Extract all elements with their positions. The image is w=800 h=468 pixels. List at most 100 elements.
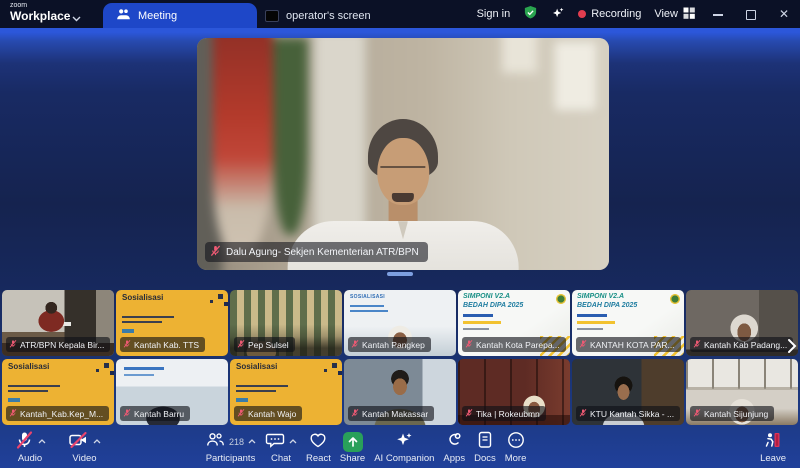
- muted-mic-icon: [579, 408, 587, 420]
- view-button[interactable]: View: [654, 7, 695, 22]
- participant-tile[interactable]: ATR/BPN Kepala Bir...: [2, 290, 114, 356]
- picture-frame: [554, 41, 597, 112]
- docs-button[interactable]: Docs: [474, 431, 496, 464]
- audio-label: Audio: [18, 453, 42, 464]
- slide-title: Sosialisasi: [236, 362, 277, 371]
- participant-tile[interactable]: SIMPONI V2.ABEDAH DIPA 2025KANTAH KOTA P…: [572, 290, 684, 356]
- participant-tile[interactable]: Kantah Barru: [116, 359, 228, 425]
- video-button[interactable]: Video: [68, 431, 101, 464]
- shield-check-icon: [523, 5, 538, 23]
- chat-icon: [265, 430, 285, 453]
- window-maximize-button[interactable]: [741, 7, 761, 21]
- recording-dot-icon: [578, 10, 586, 18]
- participant-tile[interactable]: KTU Kantah Sikka - ...: [572, 359, 684, 425]
- participant-tile[interactable]: SOSIALISASIKantah Pangkep: [344, 290, 456, 356]
- participant-nameplate: Kantah Barru: [120, 406, 190, 421]
- speaker-nameplate: Dalu Agung- Sekjen Kementerian ATR/BPN: [205, 242, 428, 262]
- participant-name: Tika | Rokeubmn: [476, 409, 540, 419]
- ai-companion-button[interactable]: AI Companion: [374, 431, 434, 464]
- muted-mic-icon: [237, 408, 245, 420]
- docs-icon: [475, 430, 495, 453]
- muted-mic-icon: [123, 339, 131, 351]
- video-caret[interactable]: [93, 436, 101, 447]
- chat-label: Chat: [271, 453, 291, 464]
- muted-mic-icon: [210, 245, 221, 260]
- brand-zoom: zoom: [10, 2, 70, 9]
- muted-mic-icon: [351, 339, 359, 351]
- muted-mic-icon: [579, 339, 587, 351]
- chevron-down-icon[interactable]: [72, 9, 81, 27]
- participant-name: Kantah Wajo: [248, 409, 296, 419]
- thumbnail-row-1: ATR/BPN Kepala Bir... SosialisasiKantah K…: [2, 290, 798, 356]
- participant-tile[interactable]: SIMPONI V2.ABEDAH DIPA 2025Kantah Kota P…: [458, 290, 570, 356]
- apps-label: Apps: [443, 453, 465, 464]
- muted-mic-icon: [9, 408, 17, 420]
- participant-name: Kantah_Kab.Kep_M...: [20, 409, 103, 419]
- muted-mic-icon: [123, 408, 131, 420]
- thumbnail-row-2: SosialisasiKantah_Kab.Kep_M...Kantah Bar…: [2, 359, 798, 425]
- participant-nameplate: KANTAH KOTA PAR...: [576, 337, 681, 352]
- participant-tile[interactable]: SosialisasiKantah Kab. TTS: [116, 290, 228, 356]
- sign-in-button[interactable]: Sign in: [477, 8, 511, 20]
- participant-nameplate: Kantah Makassar: [348, 406, 434, 421]
- tab-meeting[interactable]: Meeting: [103, 3, 257, 28]
- participant-nameplate: Kantah Kota Parepa...: [462, 337, 566, 352]
- audio-caret[interactable]: [38, 436, 46, 447]
- leave-door-icon: [763, 430, 783, 453]
- participant-tile[interactable]: Tika | Rokeubmn: [458, 359, 570, 425]
- video-label: Video: [72, 453, 96, 464]
- titlebar-right-controls: Sign in Recording View: [477, 0, 794, 28]
- participant-tile[interactable]: Kantah Makassar: [344, 359, 456, 425]
- participant-tile[interactable]: Sosialisasi Kantah Wajo: [230, 359, 342, 425]
- video-resize-handle[interactable]: [387, 272, 413, 276]
- participant-nameplate: Pep Sulsel: [234, 337, 295, 352]
- shared-screen-thumbnail-icon: [265, 10, 279, 22]
- participant-name: Kantah Kab. TTS: [134, 340, 199, 350]
- participants-count: 218: [229, 437, 244, 447]
- next-participants-chevron[interactable]: [787, 338, 797, 359]
- tab-operators-screen[interactable]: operator's screen: [265, 3, 371, 28]
- ai-companion-icon: [394, 430, 414, 453]
- react-button[interactable]: React: [306, 431, 331, 464]
- apps-button[interactable]: Apps: [443, 431, 465, 464]
- more-button[interactable]: More: [505, 431, 527, 464]
- window-close-button[interactable]: ✕: [774, 7, 794, 21]
- participant-nameplate: ATR/BPN Kepala Bir...: [6, 337, 110, 352]
- participant-name: Kantah Makassar: [362, 409, 428, 419]
- main-speaker-video[interactable]: Dalu Agung- Sekjen Kementerian ATR/BPN: [197, 38, 609, 270]
- meeting-toolbar: Audio Video: [0, 424, 800, 468]
- participant-nameplate: Kantah Kab Padang...: [690, 337, 793, 352]
- zoom-workplace-window: zoom Workplace Meeting operator's screen…: [0, 0, 800, 468]
- muted-mic-icon: [237, 339, 245, 351]
- participant-tile[interactable]: SosialisasiKantah_Kab.Kep_M...: [2, 359, 114, 425]
- participant-tile[interactable]: Pep Sulsel: [230, 290, 342, 356]
- muted-mic-icon: [9, 339, 17, 351]
- mic-muted-icon: [14, 430, 34, 453]
- window-minimize-button[interactable]: [708, 7, 728, 21]
- chat-caret[interactable]: [289, 436, 297, 447]
- muted-mic-icon: [465, 408, 473, 420]
- participant-nameplate: Kantah Wajo: [234, 406, 302, 421]
- leave-label: Leave: [760, 453, 786, 464]
- participants-button[interactable]: 218 Participants: [205, 431, 256, 464]
- muted-mic-icon: [465, 339, 473, 351]
- ai-sparkle-icon[interactable]: [551, 6, 565, 23]
- share-screen-icon: [343, 432, 363, 452]
- participant-tile[interactable]: Kantah Kab Padang...: [686, 290, 798, 356]
- chat-button[interactable]: Chat: [265, 431, 297, 464]
- view-label: View: [654, 8, 678, 20]
- participant-nameplate: Kantah Kab. TTS: [120, 337, 205, 352]
- leave-button[interactable]: Leave: [760, 431, 786, 464]
- participants-caret[interactable]: [248, 436, 256, 447]
- more-label: More: [505, 453, 527, 464]
- participant-tile[interactable]: Kantah Sijunjung: [686, 359, 798, 425]
- share-label: Share: [340, 453, 365, 464]
- speaker-name: Dalu Agung- Sekjen Kementerian ATR/BPN: [226, 247, 419, 258]
- muted-mic-icon: [351, 408, 359, 420]
- share-button[interactable]: Share: [340, 431, 365, 464]
- slide-title: SIMPONI V2.A: [577, 293, 624, 300]
- participant-name: Pep Sulsel: [248, 340, 289, 350]
- participant-name: Kantah Barru: [134, 409, 184, 419]
- audio-button[interactable]: Audio: [14, 431, 46, 464]
- recording-label: Recording: [591, 8, 641, 20]
